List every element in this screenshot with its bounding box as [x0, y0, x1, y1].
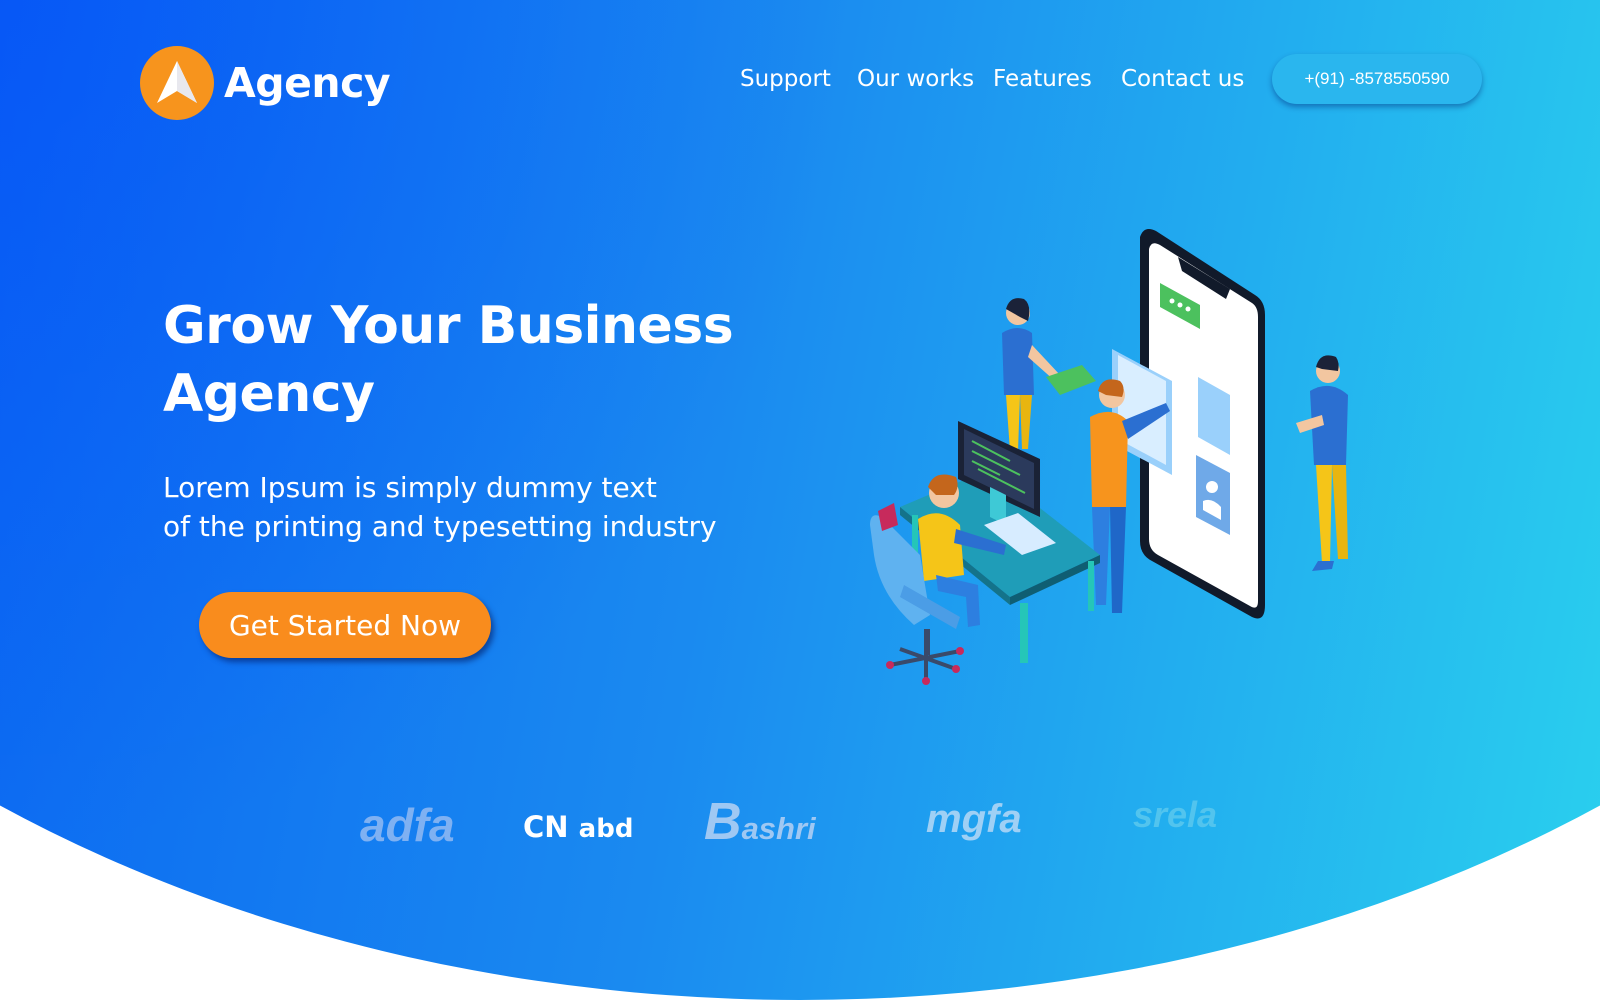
hero-title: Grow Your Business Agency	[163, 292, 734, 428]
brand-cn-prefix: CN	[523, 810, 569, 844]
logo-text: Agency	[224, 59, 391, 107]
brand-logo-bashri: Bashri	[704, 792, 816, 852]
brand-logo-mgfa: mgfa	[926, 797, 1022, 841]
brand-bashri-initial: B	[704, 793, 742, 851]
team-smartphone-illustration	[870, 229, 1348, 685]
phone-button[interactable]: +(91) -8578550590	[1272, 54, 1482, 104]
nav-support[interactable]: Support	[740, 66, 831, 92]
hero-subtitle-line1: Lorem Ipsum is simply dummy text	[163, 471, 657, 504]
hero-title-line2: Agency	[163, 364, 375, 424]
get-started-button[interactable]: Get Started Now	[199, 592, 491, 658]
woman-figure-icon	[1002, 298, 1060, 451]
brand-logo[interactable]: Agency	[140, 46, 391, 120]
hero-title-line1: Grow Your Business	[163, 296, 734, 356]
brand-cn-word: abd	[578, 814, 634, 844]
nav-our-works[interactable]: Our works	[857, 66, 974, 92]
logo-arrow-icon	[140, 46, 214, 120]
standing-man-right-icon	[1296, 355, 1348, 571]
brand-logo-cn-abd: CN abd	[523, 810, 633, 844]
brand-bashri-rest: ashri	[741, 811, 816, 846]
brand-logo-srela: srela	[1133, 794, 1218, 835]
brand-logo-adfa: adfa	[360, 799, 455, 851]
hero-subtitle-line2: of the printing and typesetting industry	[163, 510, 717, 543]
nav-contact-us[interactable]: Contact us	[1121, 66, 1244, 92]
nav-features[interactable]: Features	[993, 66, 1092, 92]
hero-subtitle: Lorem Ipsum is simply dummy text of the …	[163, 468, 717, 546]
